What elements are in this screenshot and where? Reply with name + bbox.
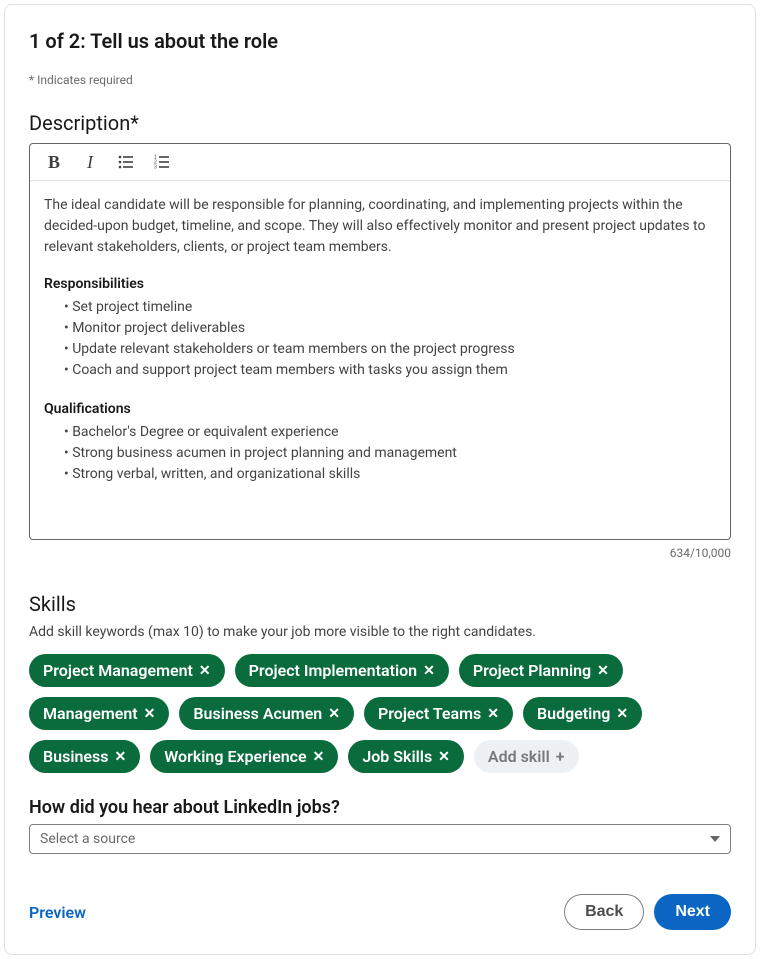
skill-pill[interactable]: Project Implementation ✕ bbox=[235, 654, 449, 687]
chevron-down-icon bbox=[710, 836, 720, 842]
skill-label: Project Management bbox=[43, 661, 193, 680]
bullet-list-icon[interactable] bbox=[116, 152, 136, 172]
footer: Preview Back Next bbox=[29, 894, 731, 930]
svg-text:3: 3 bbox=[154, 165, 157, 171]
list-item: Monitor project deliverables bbox=[64, 318, 716, 339]
editor-content[interactable]: The ideal candidate will be responsible … bbox=[30, 181, 730, 539]
skill-pill[interactable]: Project Management ✕ bbox=[29, 654, 225, 687]
skill-pill[interactable]: Management ✕ bbox=[29, 697, 169, 730]
source-select[interactable]: Select a source bbox=[29, 824, 731, 854]
skill-label: Project Implementation bbox=[249, 661, 417, 680]
list-item: Set project timeline bbox=[64, 297, 716, 318]
italic-icon[interactable]: I bbox=[80, 152, 100, 172]
skills-heading: Skills bbox=[29, 592, 731, 616]
close-icon[interactable]: ✕ bbox=[144, 707, 156, 721]
numbered-list-icon[interactable]: 123 bbox=[152, 152, 172, 172]
next-button[interactable]: Next bbox=[654, 894, 731, 930]
qualifications-list: Bachelor's Degree or equivalent experien… bbox=[44, 422, 716, 485]
button-group: Back Next bbox=[564, 894, 731, 930]
skills-help: Add skill keywords (max 10) to make your… bbox=[29, 624, 731, 640]
skill-label: Working Experience bbox=[164, 747, 306, 766]
skill-label: Business Acumen bbox=[193, 704, 322, 723]
skill-pill[interactable]: Business Acumen ✕ bbox=[179, 697, 354, 730]
bold-icon[interactable]: B bbox=[44, 152, 64, 172]
skill-label: Management bbox=[43, 704, 138, 723]
skill-pill[interactable]: Budgeting ✕ bbox=[523, 697, 642, 730]
list-item: Strong verbal, written, and organization… bbox=[64, 464, 716, 485]
skill-label: Project Teams bbox=[378, 704, 481, 723]
close-icon[interactable]: ✕ bbox=[616, 707, 628, 721]
list-item: Coach and support project team members w… bbox=[64, 360, 716, 381]
close-icon[interactable]: ✕ bbox=[597, 664, 609, 678]
add-skill-label: Add skill bbox=[488, 747, 550, 766]
source-label: How did you hear about LinkedIn jobs? bbox=[29, 797, 731, 818]
preview-link[interactable]: Preview bbox=[29, 903, 86, 922]
skill-label: Budgeting bbox=[537, 704, 610, 723]
skill-label: Business bbox=[43, 747, 108, 766]
list-item: Bachelor's Degree or equivalent experien… bbox=[64, 422, 716, 443]
close-icon[interactable]: ✕ bbox=[114, 750, 126, 764]
skills-pills: Project Management ✕ Project Implementati… bbox=[29, 654, 731, 773]
source-placeholder: Select a source bbox=[40, 831, 135, 847]
skill-pill[interactable]: Project Teams ✕ bbox=[364, 697, 513, 730]
close-icon[interactable]: ✕ bbox=[438, 750, 450, 764]
qualifications-heading: Qualifications bbox=[44, 399, 716, 420]
back-button[interactable]: Back bbox=[564, 894, 644, 930]
description-heading: Description* bbox=[29, 111, 731, 135]
close-icon[interactable]: ✕ bbox=[487, 707, 499, 721]
plus-icon: + bbox=[556, 747, 565, 766]
close-icon[interactable]: ✕ bbox=[199, 664, 211, 678]
step-title: 1 of 2: Tell us about the role bbox=[29, 29, 731, 53]
required-note: * Indicates required bbox=[29, 73, 731, 87]
editor-toolbar: B I 123 bbox=[30, 144, 730, 181]
job-form-card: 1 of 2: Tell us about the role * Indicat… bbox=[4, 4, 756, 955]
close-icon[interactable]: ✕ bbox=[328, 707, 340, 721]
responsibilities-list: Set project timeline Monitor project del… bbox=[44, 297, 716, 381]
description-intro: The ideal candidate will be responsible … bbox=[44, 195, 716, 258]
char-count: 634/10,000 bbox=[29, 546, 731, 560]
skill-label: Job Skills bbox=[362, 747, 432, 766]
skill-pill[interactable]: Project Planning ✕ bbox=[459, 654, 623, 687]
close-icon[interactable]: ✕ bbox=[423, 664, 435, 678]
skill-label: Project Planning bbox=[473, 661, 591, 680]
skill-pill[interactable]: Working Experience ✕ bbox=[150, 740, 338, 773]
add-skill-button[interactable]: Add skill + bbox=[474, 740, 579, 773]
list-item: Update relevant stakeholders or team mem… bbox=[64, 339, 716, 360]
skill-pill[interactable]: Business ✕ bbox=[29, 740, 140, 773]
responsibilities-heading: Responsibilities bbox=[44, 274, 716, 295]
description-editor: B I 123 The ideal candidate will be resp… bbox=[29, 143, 731, 540]
close-icon[interactable]: ✕ bbox=[313, 750, 325, 764]
list-item: Strong business acumen in project planni… bbox=[64, 443, 716, 464]
skill-pill[interactable]: Job Skills ✕ bbox=[348, 740, 464, 773]
